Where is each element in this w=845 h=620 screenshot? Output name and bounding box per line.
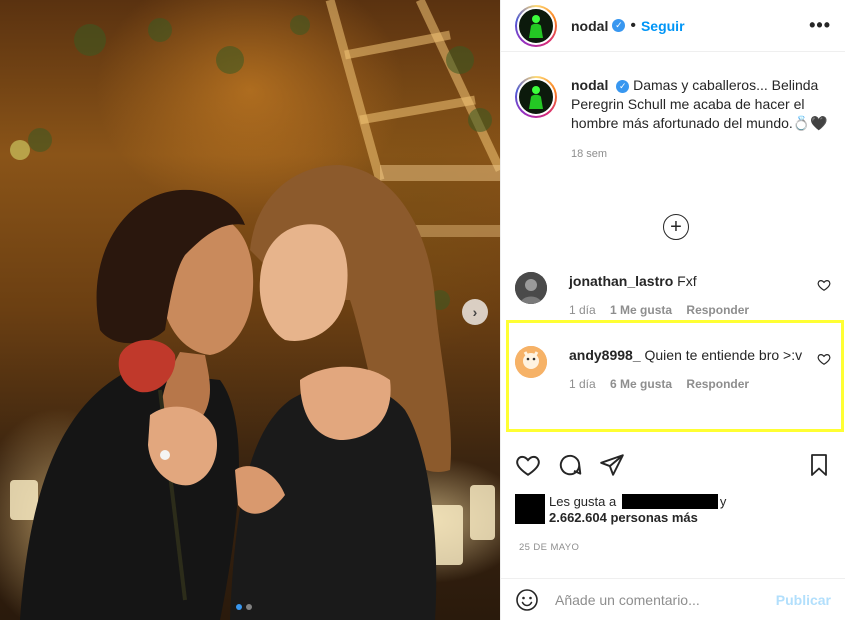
post-action-bar (515, 450, 831, 480)
comment-time[interactable]: 1 día (569, 377, 596, 391)
comment-time[interactable]: 1 día (569, 303, 596, 317)
emoji-button[interactable] (515, 588, 539, 612)
avatar-image (517, 78, 555, 116)
verified-badge-icon: ✓ (612, 19, 626, 32)
likes-suffix: y (719, 494, 727, 509)
carousel-next-button[interactable]: › (462, 299, 488, 325)
post-caption: nodal ✓ Damas y caballeros... Belinda Pe… (515, 76, 831, 164)
carousel-dot (246, 604, 252, 610)
liker-avatar[interactable] (515, 494, 545, 524)
heart-icon[interactable] (817, 352, 831, 366)
reply-button[interactable]: Responder (686, 377, 749, 391)
likes-text: Les gusta a y 2.662.604 personas más (549, 494, 726, 526)
avatar-photo-icon (515, 272, 547, 304)
comment-button[interactable] (557, 452, 583, 478)
header-separator: • (630, 16, 636, 34)
redacted-username (621, 494, 718, 509)
caption-text: Damas y caballeros... Belinda Peregrin S… (571, 77, 828, 131)
share-icon (600, 454, 624, 476)
avatar-image (517, 6, 555, 45)
author-username[interactable]: nodal (571, 18, 608, 34)
carousel-indicator (236, 604, 252, 610)
comment-likes[interactable]: 6 Me gusta (610, 377, 672, 391)
avatar-photo-icon (515, 346, 547, 378)
chevron-right-icon: › (472, 304, 478, 320)
comment-body: andy8998_ Quien te entiende bro >:v 1 dí… (569, 346, 817, 394)
more-options-icon[interactable]: ••• (809, 15, 831, 36)
heart-icon[interactable] (817, 278, 831, 292)
comment-username[interactable]: andy8998_ (569, 347, 641, 363)
post-photo[interactable]: › (0, 0, 500, 620)
comment-username[interactable]: jonathan_lastro (569, 273, 673, 289)
likes-summary: Les gusta a y 2.662.604 personas más (515, 494, 726, 526)
comment-meta: 1 día 1 Me gusta Responder (569, 301, 817, 320)
reply-button[interactable]: Responder (686, 303, 749, 317)
save-button[interactable] (807, 452, 831, 478)
like-button[interactable] (515, 452, 541, 478)
verified-badge-icon: ✓ (616, 80, 630, 93)
share-button[interactable] (599, 452, 625, 478)
follow-button[interactable]: Seguir (641, 18, 685, 34)
add-circle-icon[interactable]: + (663, 214, 689, 240)
comment-item: andy8998_ Quien te entiende bro >:v 1 dí… (515, 346, 831, 394)
caption-timestamp[interactable]: 18 sem (571, 145, 831, 164)
likes-prefix: Les gusta a (549, 494, 617, 509)
load-more-comments-button: + (670, 216, 682, 238)
comment-input[interactable] (555, 591, 776, 608)
emoji-icon (516, 588, 538, 611)
comment-body: jonathan_lastro Fxf 1 día 1 Me gusta Res… (569, 272, 817, 320)
comment-likes[interactable]: 1 Me gusta (610, 303, 672, 317)
likes-count[interactable]: 2.662.604 personas más (549, 510, 698, 525)
photo-illustration (10, 0, 500, 620)
heart-icon (516, 455, 540, 476)
publish-button[interactable]: Publicar (776, 592, 831, 608)
caption-body: nodal ✓ Damas y caballeros... Belinda Pe… (571, 76, 831, 164)
carousel-dot-active (236, 604, 242, 610)
avatar-figure-icon (529, 14, 543, 38)
post-header: nodal ✓ • Seguir ••• (501, 0, 845, 52)
comment-text: Fxf (677, 273, 697, 289)
comment-text: Quien te entiende bro >:v (644, 347, 803, 363)
post-side-panel: nodal ✓ • Seguir ••• nodal ✓ Damas y cab… (500, 0, 845, 620)
commenter-avatar[interactable] (515, 272, 547, 304)
comment-meta: 1 día 6 Me gusta Responder (569, 375, 817, 394)
comment-icon (559, 454, 582, 476)
comment-item: jonathan_lastro Fxf 1 día 1 Me gusta Res… (515, 272, 831, 320)
caption-username[interactable]: nodal (571, 77, 608, 93)
caption-author-avatar[interactable] (515, 76, 557, 118)
avatar-figure-icon (529, 86, 543, 109)
commenter-avatar[interactable] (515, 346, 547, 378)
bookmark-icon (811, 454, 827, 476)
post-date[interactable]: 25 DE MAYO (519, 542, 579, 553)
comment-composer: Publicar (501, 578, 845, 620)
author-avatar[interactable] (515, 4, 557, 47)
